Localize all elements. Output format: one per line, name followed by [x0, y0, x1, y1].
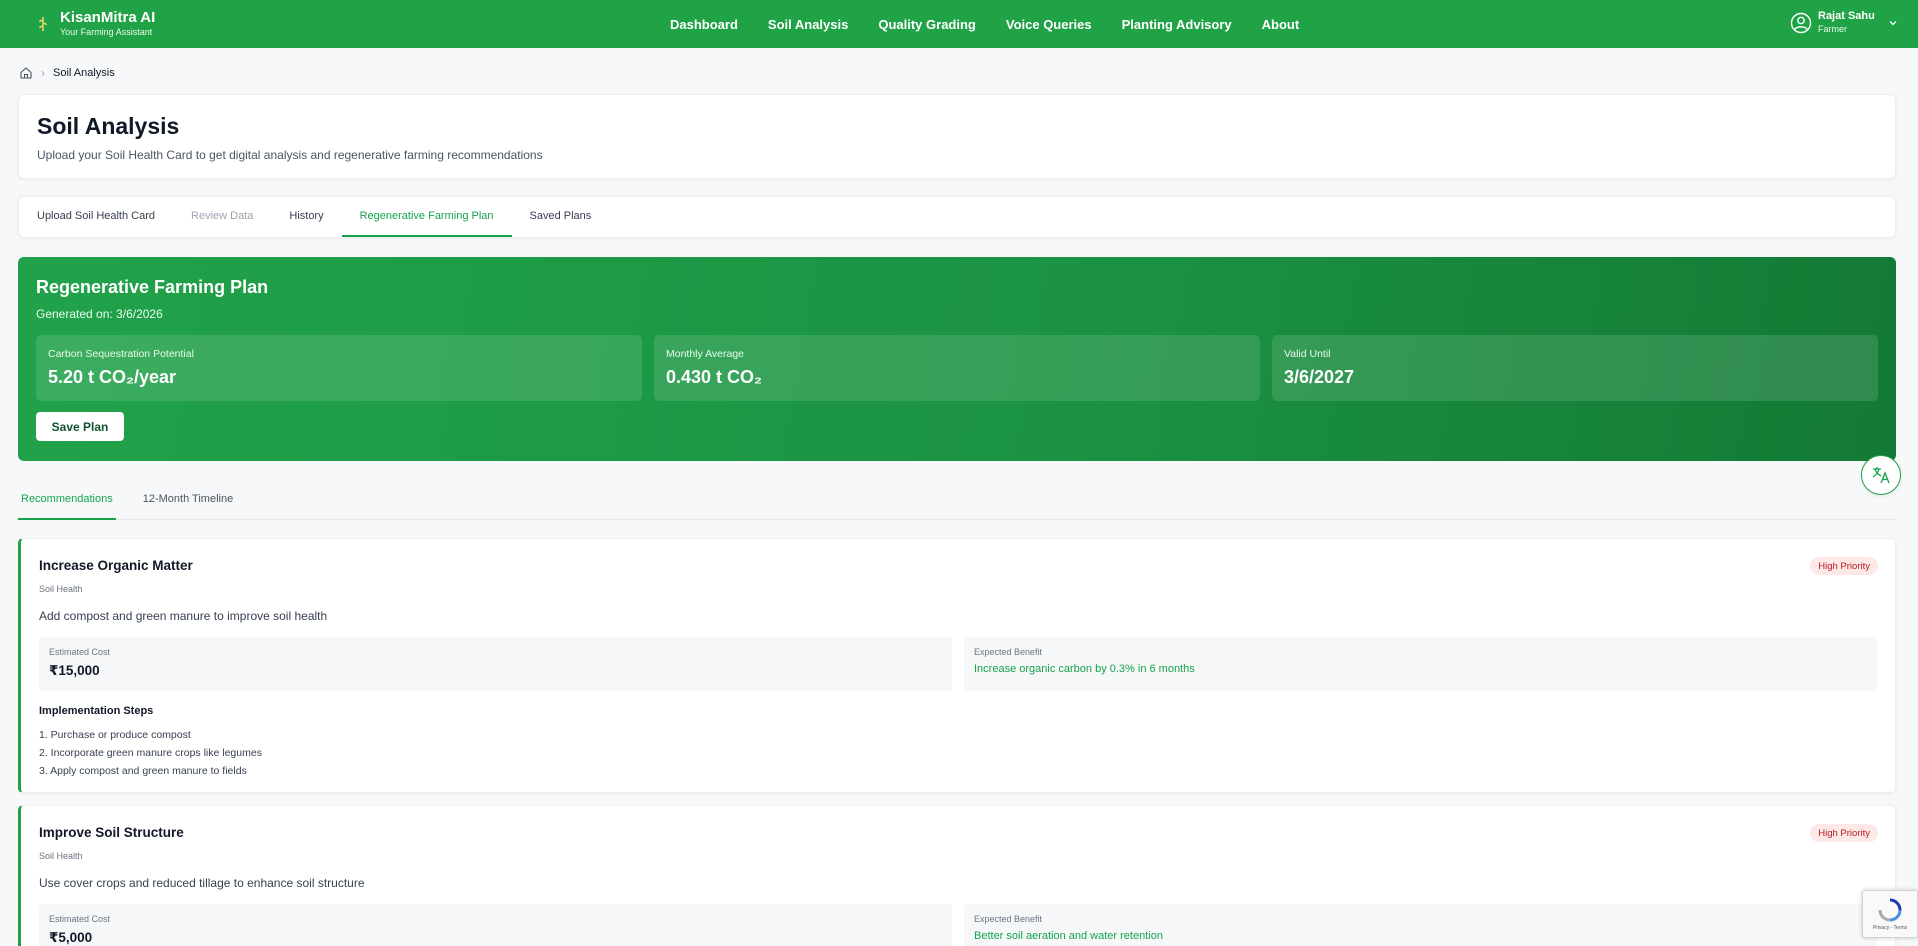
- benefit-label: Expected Benefit: [974, 647, 1043, 657]
- nav-planting-advisory[interactable]: Planting Advisory: [1122, 17, 1232, 32]
- chevron-down-icon: [1889, 20, 1897, 25]
- user-menu[interactable]: Rajat Sahu Farmer: [1790, 10, 1899, 35]
- plan-generated-date: Generated on: 3/6/2026: [36, 307, 163, 321]
- recommendation-title: Increase Organic Matter: [39, 558, 193, 573]
- top-navbar: KisanMitra AI Your Farming Assistant Das…: [0, 0, 1918, 48]
- stat-value: 0.430 t CO₂: [666, 367, 763, 387]
- page-subtitle: Upload your Soil Health Card to get digi…: [37, 148, 543, 162]
- nav-dashboard[interactable]: Dashboard: [670, 17, 738, 32]
- tab-regenerative-farming-plan[interactable]: Regenerative Farming Plan: [341, 197, 512, 237]
- nav-voice-queries[interactable]: Voice Queries: [1006, 17, 1092, 32]
- cost-label: Estimated Cost: [49, 914, 111, 924]
- recommendation-card: Improve Soil Structure High Priority Soi…: [18, 805, 1896, 946]
- page-header-card: Soil Analysis Upload your Soil Health Ca…: [18, 94, 1896, 179]
- stat-valid-until: Valid Until 3/6/2027: [1272, 335, 1878, 401]
- breadcrumb: › Soil Analysis: [19, 66, 115, 80]
- cost-value: ₹5,000: [49, 930, 93, 945]
- brand-tagline: Your Farming Assistant: [60, 27, 153, 37]
- plan-subtabs: Recommendations 12-Month Timeline: [18, 480, 1896, 520]
- benefit-label: Expected Benefit: [974, 914, 1043, 924]
- stat-label: Carbon Sequestration Potential: [48, 348, 194, 360]
- benefit-value: Better soil aeration and water retention: [974, 930, 1163, 942]
- wheat-icon: [39, 16, 47, 31]
- plan-title: Regenerative Farming Plan: [36, 277, 269, 297]
- tab-review-data[interactable]: Review Data: [173, 197, 271, 237]
- brand[interactable]: KisanMitra AI Your Farming Assistant: [34, 9, 155, 38]
- user-role: Farmer: [1818, 24, 1847, 34]
- step-item: 3. Apply compost and green manure to fie…: [39, 765, 247, 777]
- stat-carbon-sequestration: Carbon Sequestration Potential 5.20 t CO…: [36, 335, 642, 401]
- recommendation-category: Soil Health: [39, 851, 83, 861]
- chevron-right-icon: ›: [41, 66, 45, 80]
- tab-upload-soil-health-card[interactable]: Upload Soil Health Card: [19, 197, 173, 237]
- nav-about[interactable]: About: [1262, 17, 1300, 32]
- stat-value: 5.20 t CO₂/year: [48, 367, 177, 387]
- stat-label: Valid Until: [1284, 348, 1331, 360]
- steps-title: Implementation Steps: [39, 705, 154, 717]
- estimated-cost-box: Estimated Cost ₹5,000: [39, 904, 952, 946]
- recaptcha-links[interactable]: Privacy - Terms: [1873, 925, 1907, 931]
- recommendation-description: Add compost and green manure to improve …: [39, 609, 328, 623]
- recaptcha-badge[interactable]: Privacy - Terms: [1862, 890, 1918, 938]
- tab-saved-plans[interactable]: Saved Plans: [512, 197, 610, 237]
- main-nav: Dashboard Soil Analysis Quality Grading …: [670, 0, 1329, 48]
- home-icon[interactable]: [19, 66, 33, 80]
- nav-soil-analysis[interactable]: Soil Analysis: [768, 17, 848, 32]
- recaptcha-icon: [1878, 898, 1902, 922]
- recommendation-card: Increase Organic Matter High Priority So…: [18, 538, 1896, 793]
- steps-list: 1. Purchase or produce compost 2. Incorp…: [39, 726, 262, 780]
- subtab-12-month-timeline[interactable]: 12-Month Timeline: [140, 480, 237, 520]
- user-name: Rajat Sahu: [1818, 10, 1875, 22]
- stat-label: Monthly Average: [666, 348, 745, 360]
- plan-summary-card: Regenerative Farming Plan Generated on: …: [18, 257, 1896, 461]
- save-plan-button[interactable]: Save Plan: [36, 412, 124, 441]
- breadcrumb-current: Soil Analysis: [53, 67, 115, 79]
- page-title: Soil Analysis: [37, 113, 180, 139]
- cost-label: Estimated Cost: [49, 647, 111, 657]
- expected-benefit-box: Expected Benefit Better soil aeration an…: [964, 904, 1877, 946]
- stat-monthly-average: Monthly Average 0.430 t CO₂: [654, 335, 1260, 401]
- expected-benefit-box: Expected Benefit Increase organic carbon…: [964, 637, 1877, 691]
- subtab-recommendations[interactable]: Recommendations: [18, 480, 116, 520]
- estimated-cost-box: Estimated Cost ₹15,000: [39, 637, 952, 691]
- priority-badge: High Priority: [1810, 557, 1878, 575]
- benefit-value: Increase organic carbon by 0.3% in 6 mon…: [974, 663, 1195, 675]
- recommendation-category: Soil Health: [39, 584, 83, 594]
- stat-value: 3/6/2027: [1284, 367, 1355, 387]
- brand-name: KisanMitra AI: [60, 9, 156, 26]
- step-item: 1. Purchase or produce compost: [39, 729, 191, 741]
- recommendation-title: Improve Soil Structure: [39, 825, 184, 840]
- tab-history[interactable]: History: [271, 197, 341, 237]
- recommendation-description: Use cover crops and reduced tillage to e…: [39, 876, 365, 890]
- cost-value: ₹15,000: [49, 663, 100, 678]
- user-circle-icon: [1790, 12, 1812, 33]
- step-item: 2. Incorporate green manure crops like l…: [39, 747, 262, 759]
- tabs-bar: Upload Soil Health Card Review Data Hist…: [18, 196, 1896, 238]
- priority-badge: High Priority: [1810, 824, 1878, 842]
- nav-quality-grading[interactable]: Quality Grading: [878, 17, 976, 32]
